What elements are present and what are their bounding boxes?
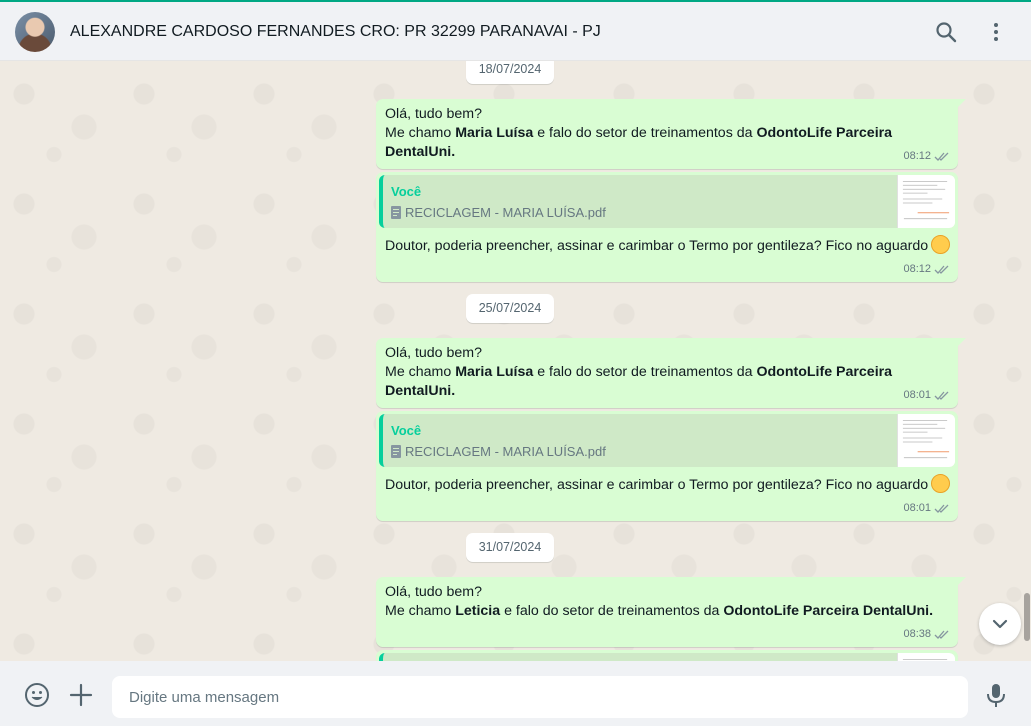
quoted-document[interactable]: Você RECICLAGEM - MARIA LUÍSA.pdf: [379, 175, 955, 228]
sender-name: Leticia: [455, 603, 501, 619]
message-time: 08:12: [903, 263, 931, 275]
message-meta: 08:01: [903, 499, 950, 518]
quote-file: RECICLAGEM - MARIA LUÍSA.pdf: [391, 442, 606, 461]
menu-icon[interactable]: [984, 20, 1008, 44]
message-meta: 08:12: [903, 260, 950, 279]
message-text: Olá, tudo bem? Me chamo Maria Luísa e fa…: [385, 106, 893, 160]
message-time: 08:12: [903, 150, 931, 162]
message-text: Olá, tudo bem? Me chamo Leticia e falo d…: [385, 584, 934, 619]
outgoing-message-partial[interactable]: [376, 650, 958, 661]
outgoing-message-with-document[interactable]: Você RECICLAGEM - MARIA LUÍSA.pdf Doutor…: [376, 172, 958, 282]
message-time: 08:01: [903, 389, 931, 401]
double-check-icon: [934, 630, 949, 639]
double-check-icon: [934, 265, 949, 274]
scrollbar-thumb[interactable]: [1024, 593, 1030, 641]
scrollbar[interactable]: [1023, 61, 1031, 661]
outgoing-message[interactable]: Olá, tudo bem? Me chamo Leticia e falo d…: [376, 577, 966, 647]
search-icon[interactable]: [934, 20, 958, 44]
date-separator: 18/07/2024: [466, 61, 554, 84]
message-meta: 08:01: [903, 386, 950, 405]
composer: [0, 661, 1031, 726]
message-meta: 08:38: [903, 625, 950, 644]
date-separator: 25/07/2024: [466, 294, 554, 323]
document-icon: [391, 206, 401, 219]
smiling-face-emoji-icon: [931, 235, 951, 254]
file-name: RECICLAGEM - MARIA LUÍSA.pdf: [405, 444, 606, 459]
double-check-icon: [934, 504, 949, 513]
outgoing-message[interactable]: Olá, tudo bem? Me chamo Maria Luísa e fa…: [376, 99, 966, 169]
sender-name: Maria Luísa: [455, 125, 534, 141]
double-check-icon: [934, 391, 949, 400]
message-text: Olá, tudo bem? Me chamo Maria Luísa e fa…: [385, 345, 893, 399]
outgoing-message-with-document[interactable]: Você RECICLAGEM - MARIA LUÍSA.pdf Doutor…: [376, 411, 958, 521]
quote-file: RECICLAGEM - MARIA LUÍSA.pdf: [391, 203, 606, 222]
document-thumbnail: [897, 414, 955, 467]
date-separator: 31/07/2024: [466, 533, 554, 562]
message-time: 08:38: [903, 628, 931, 640]
microphone-icon[interactable]: [983, 682, 1009, 708]
emoji-icon[interactable]: [24, 682, 50, 708]
contact-avatar[interactable]: [15, 12, 55, 52]
message-time: 08:01: [903, 502, 931, 514]
smiling-face-emoji-icon: [931, 474, 951, 493]
chevron-down-icon: [992, 619, 1008, 629]
document-thumbnail: [897, 175, 955, 228]
contact-name[interactable]: ALEXANDRE CARDOSO FERNANDES CRO: PR 3229…: [70, 23, 601, 41]
sender-name: Maria Luísa: [455, 364, 534, 380]
chat-header: ALEXANDRE CARDOSO FERNANDES CRO: PR 3229…: [0, 0, 1031, 61]
message-meta: 08:12: [903, 147, 950, 166]
double-check-icon: [934, 152, 949, 161]
plus-icon[interactable]: [68, 682, 94, 708]
message-text: Doutor, poderia preencher, assinar e car…: [385, 235, 951, 256]
file-name: RECICLAGEM - MARIA LUÍSA.pdf: [405, 205, 606, 220]
document-icon: [391, 445, 401, 458]
message-text: Doutor, poderia preencher, assinar e car…: [385, 474, 951, 495]
quoted-document[interactable]: [379, 653, 955, 661]
scroll-to-bottom-button[interactable]: [979, 603, 1021, 645]
outgoing-message[interactable]: Olá, tudo bem? Me chamo Maria Luísa e fa…: [376, 338, 966, 408]
quoted-document[interactable]: Você RECICLAGEM - MARIA LUÍSA.pdf: [379, 414, 955, 467]
document-thumbnail: [897, 653, 955, 661]
quote-author: Você: [391, 423, 422, 438]
quote-author: Você: [391, 184, 422, 199]
company-name: OdontoLife Parceira DentalUni.: [723, 603, 934, 619]
message-input[interactable]: [112, 676, 968, 718]
message-list[interactable]: 18/07/2024 Olá, tudo bem? Me chamo Maria…: [0, 61, 1031, 661]
